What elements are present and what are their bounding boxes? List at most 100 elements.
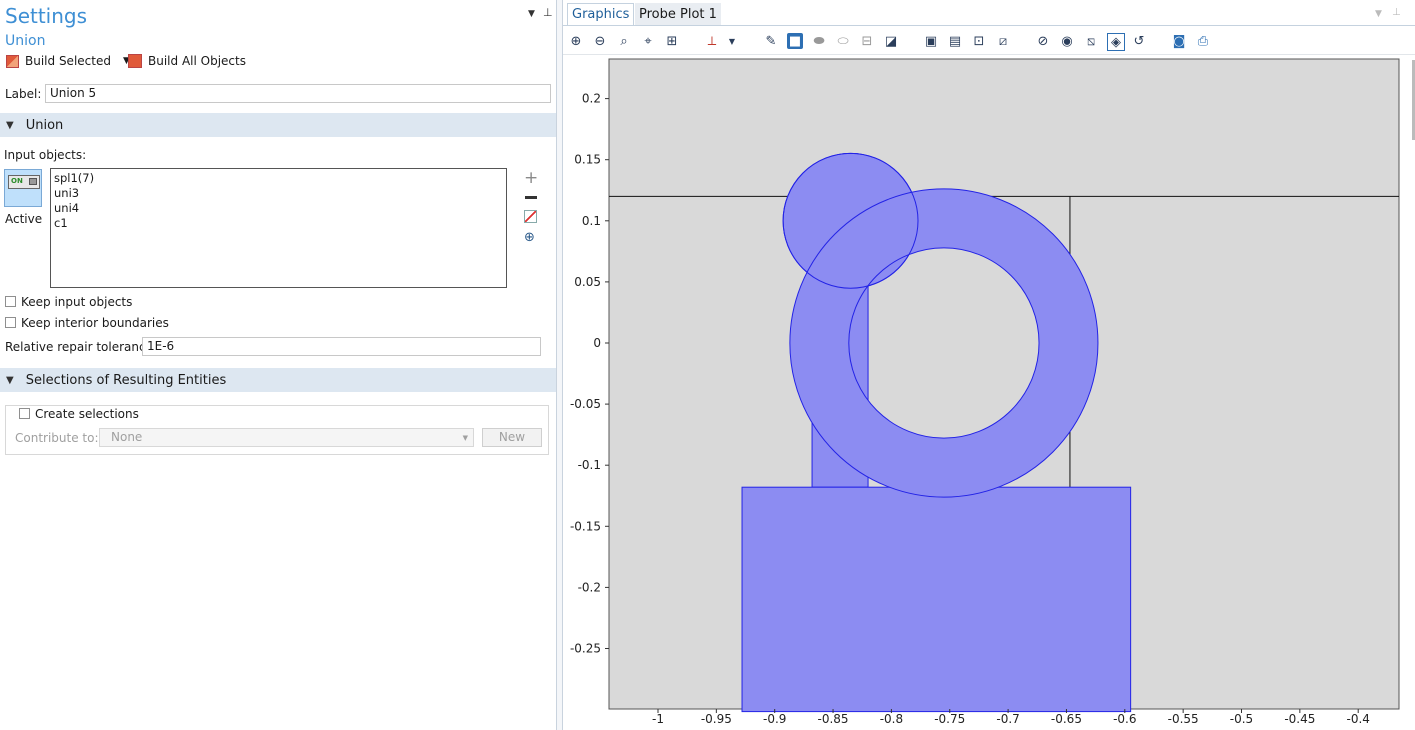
- pin-icon[interactable]: ⊥: [1392, 7, 1401, 18]
- y-tick-label: -0.1: [578, 458, 601, 472]
- graphics-panel: Graphics Probe Plot 1 ▼ ⊥ ⊕ ⊖ ⌕ ⌖ ⊞ ⟂ ▼ …: [563, 0, 1415, 730]
- screenshot-icon[interactable]: ◙: [1171, 33, 1187, 49]
- geometry-canvas[interactable]: 0.2 0.15 0.1 0.05 0 -0.05 -0.1 -0.15 -0.2 -0.25 -…: [563, 55, 1415, 730]
- hide-icon[interactable]: ⊘: [1035, 33, 1051, 49]
- clear-selection-icon[interactable]: ▣: [923, 33, 939, 49]
- remove-icon[interactable]: [525, 196, 537, 199]
- print-icon[interactable]: ⎙: [1195, 33, 1211, 49]
- zoom-selected-icon[interactable]: ⌖: [640, 33, 656, 49]
- union-section-header[interactable]: ▼ Union: [0, 113, 556, 137]
- wireframe-icon[interactable]: ⧅: [1083, 33, 1099, 49]
- label-caption: Label:: [5, 87, 42, 101]
- chevron-down-icon: ▼: [462, 434, 468, 442]
- x-tick-label: -0.55: [1168, 712, 1199, 726]
- y-tick-label: 0.1: [582, 214, 601, 228]
- build-all-icon: [128, 54, 142, 68]
- keep-input-label: Keep input objects: [21, 295, 133, 309]
- panel-title: Settings: [5, 4, 88, 28]
- new-button[interactable]: New: [482, 428, 542, 447]
- list-item[interactable]: c1: [54, 216, 503, 231]
- list-item[interactable]: spl1(7): [54, 171, 503, 186]
- on-switch-icon: ON: [8, 175, 40, 189]
- pin-icon[interactable]: ⊥: [543, 6, 553, 19]
- build-selected-label: Build Selected: [25, 54, 111, 68]
- input-objects-caption: Input objects:: [4, 148, 87, 162]
- zoom-in-icon[interactable]: ⊕: [568, 33, 584, 49]
- x-tick-label: -0.5: [1230, 712, 1253, 726]
- invert-selection-icon[interactable]: ⧄: [995, 33, 1011, 49]
- panel-splitter[interactable]: [556, 0, 563, 730]
- y-axis: 0.2 0.15 0.1 0.05 0 -0.05 -0.1 -0.15 -0.2 -0.25: [570, 92, 609, 656]
- y-tick-label: -0.15: [570, 519, 601, 533]
- tolerance-input[interactable]: 1E-6: [142, 337, 541, 356]
- input-objects-list[interactable]: spl1(7) uni3 uni4 c1: [50, 168, 507, 288]
- show-icon[interactable]: ◉: [1059, 33, 1075, 49]
- x-tick-label: -0.7: [996, 712, 1019, 726]
- contribute-caption: Contribute to:: [15, 431, 99, 445]
- zoom-box-icon[interactable]: ⌕: [616, 33, 632, 49]
- settings-panel: Settings ▼ ⊥ Union Build Selected ▼ Buil…: [0, 0, 556, 730]
- y-tick-label: 0.05: [574, 275, 601, 289]
- selections-section-title: Selections of Resulting Entities: [25, 372, 227, 388]
- y-tick-label: 0: [593, 336, 601, 350]
- select-all-icon[interactable]: ▤: [947, 33, 963, 49]
- selections-section-header[interactable]: ▼ Selections of Resulting Entities: [0, 368, 556, 392]
- x-tick-label: -0.9: [763, 712, 786, 726]
- contribute-value: None: [111, 430, 143, 444]
- reset-icon[interactable]: ↺: [1131, 33, 1147, 49]
- y-tick-label: -0.2: [578, 580, 601, 594]
- active-toggle-button[interactable]: ON: [4, 169, 42, 207]
- x-tick-label: -0.95: [701, 712, 732, 726]
- tolerance-caption: Relative repair tolerance:: [5, 340, 157, 354]
- panel-menu-chevron-icon[interactable]: ▼: [1375, 9, 1382, 19]
- zoom-extents-icon[interactable]: ⊞: [664, 33, 680, 49]
- select-objects-icon[interactable]: ✎: [763, 33, 779, 49]
- select-domains-icon[interactable]: ■: [787, 33, 803, 49]
- build-all-label: Build All Objects: [148, 54, 246, 68]
- x-tick-label: -0.4: [1346, 712, 1369, 726]
- list-item[interactable]: uni3: [54, 186, 503, 201]
- select-points-icon[interactable]: ⊟: [859, 33, 875, 49]
- build-all-objects-button[interactable]: Build All Objects: [128, 54, 246, 68]
- build-selected-icon: [6, 54, 19, 68]
- domain-base-rect[interactable]: [741, 486, 1132, 713]
- zoom-out-icon[interactable]: ⊖: [592, 33, 608, 49]
- tab-probe-plot[interactable]: Probe Plot 1: [635, 3, 721, 25]
- tab-divider: [563, 25, 1415, 26]
- union-section-title: Union: [25, 117, 64, 133]
- chevron-down-icon[interactable]: ▼: [724, 33, 740, 49]
- keep-interior-label: Keep interior boundaries: [21, 316, 169, 330]
- select-box-icon[interactable]: ◪: [883, 33, 899, 49]
- active-label: Active: [5, 212, 43, 226]
- zoom-selection-icon[interactable]: ⊡: [971, 33, 987, 49]
- collapse-triangle-icon: ▼: [6, 374, 14, 386]
- y-tick-label: 0.2: [582, 92, 601, 106]
- transparency-icon[interactable]: ◈: [1107, 33, 1125, 51]
- build-selected-button[interactable]: Build Selected ▼: [6, 54, 130, 68]
- node-type-label: Union: [5, 33, 46, 49]
- x-tick-label: -0.85: [818, 712, 849, 726]
- keep-interior-checkbox[interactable]: [5, 317, 16, 328]
- x-tick-label: -0.45: [1284, 712, 1315, 726]
- add-icon[interactable]: +: [524, 168, 538, 188]
- collapse-triangle-icon: ▼: [6, 119, 14, 131]
- tab-graphics[interactable]: Graphics: [567, 3, 635, 25]
- keep-input-checkbox[interactable]: [5, 296, 16, 307]
- x-tick-label: -0.8: [880, 712, 903, 726]
- create-selections-checkbox[interactable]: [19, 408, 30, 419]
- create-selections-label: Create selections: [35, 407, 139, 421]
- label-input[interactable]: Union 5: [45, 84, 551, 103]
- y-tick-label: -0.05: [570, 397, 601, 411]
- x-tick-label: -0.65: [1051, 712, 1082, 726]
- y-tick-label: -0.25: [570, 642, 601, 656]
- contribute-select[interactable]: None ▼: [99, 428, 474, 447]
- x-tick-label: -1: [652, 712, 664, 726]
- select-boundaries-icon[interactable]: ⬬: [811, 33, 827, 49]
- select-edges-icon[interactable]: ⬭: [835, 33, 851, 49]
- zoom-to-selection-icon[interactable]: ⊕: [524, 230, 535, 245]
- clear-selection-icon[interactable]: [524, 210, 537, 223]
- axis-orientation-icon[interactable]: ⟂: [704, 33, 720, 49]
- panel-menu-chevron-icon[interactable]: ▼: [528, 9, 535, 19]
- list-item[interactable]: uni4: [54, 201, 503, 216]
- y-tick-label: 0.15: [574, 153, 601, 167]
